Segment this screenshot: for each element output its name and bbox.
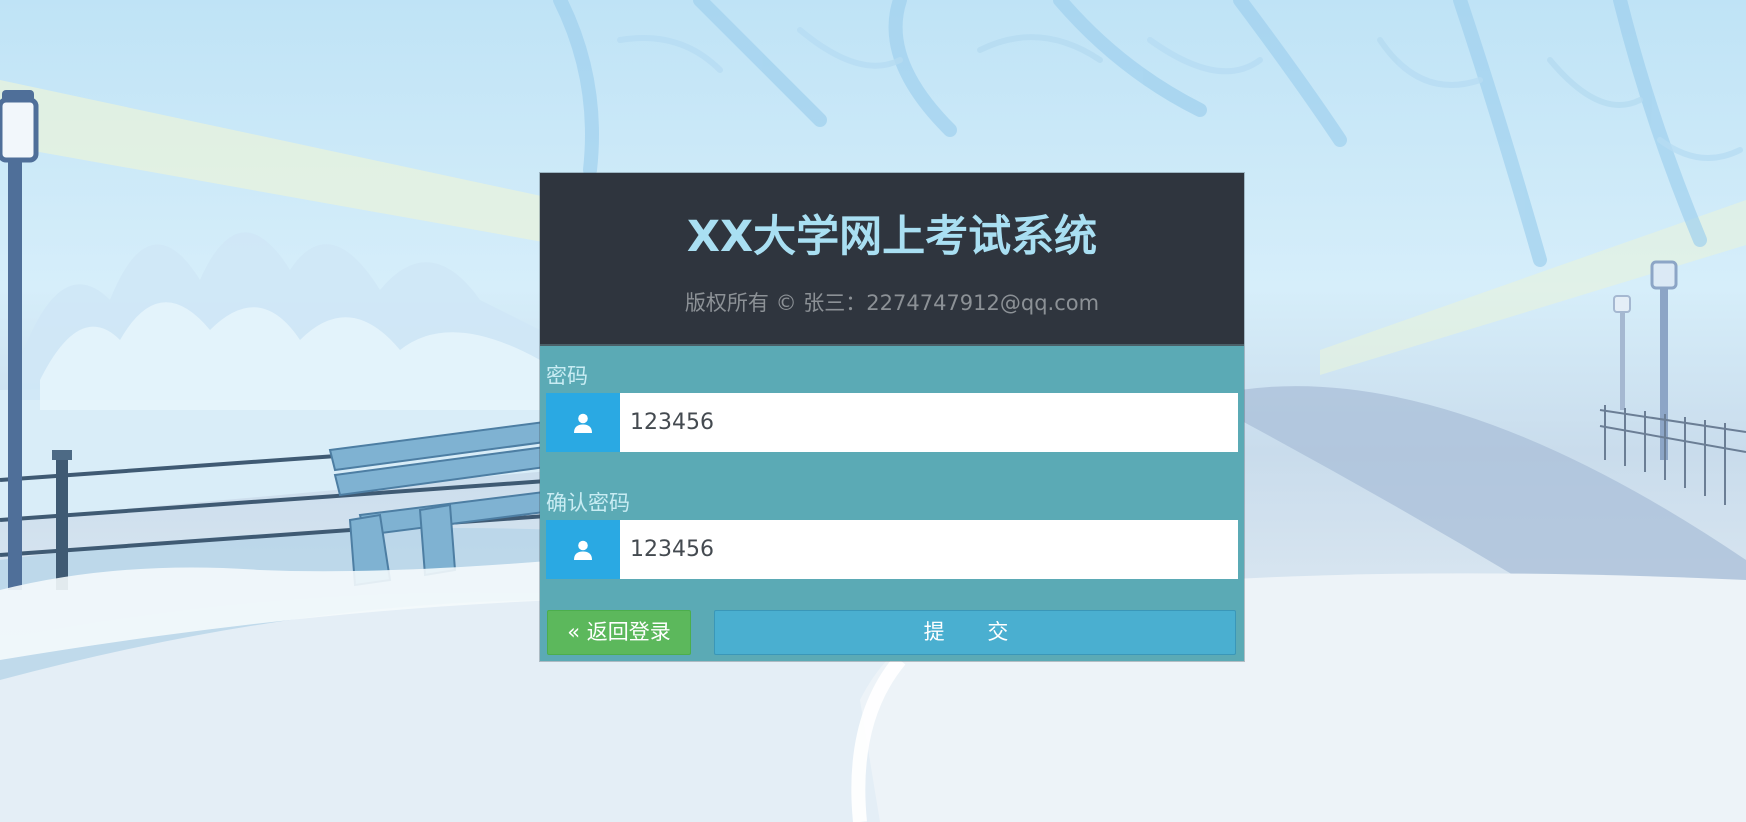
copyright-text: 版权所有 © 张三：2274747912@qq.com [684,291,1100,315]
password-input[interactable] [620,393,1238,452]
back-to-login-button[interactable]: « 返回登录 [547,610,691,655]
user-icon [574,540,592,560]
login-background: XX大学网上考试系统 版权所有 © 张三：2274747912@qq.com 密… [0,0,1746,822]
password-addon [546,393,620,452]
page-title: XX大学网上考试系统 [686,212,1098,262]
confirm-password-input[interactable] [620,520,1238,579]
register-panel: XX大学网上考试系统 版权所有 © 张三：2274747912@qq.com 密… [540,173,1244,661]
submit-button[interactable]: 提 交 [714,610,1236,655]
password-label: 密码 [546,364,588,388]
user-icon [574,413,592,433]
password-input-group [546,393,1238,452]
confirm-password-addon [546,520,620,579]
confirm-password-input-group [546,520,1238,579]
confirm-password-label: 确认密码 [546,491,630,515]
panel-header: XX大学网上考试系统 版权所有 © 张三：2274747912@qq.com [540,173,1244,346]
